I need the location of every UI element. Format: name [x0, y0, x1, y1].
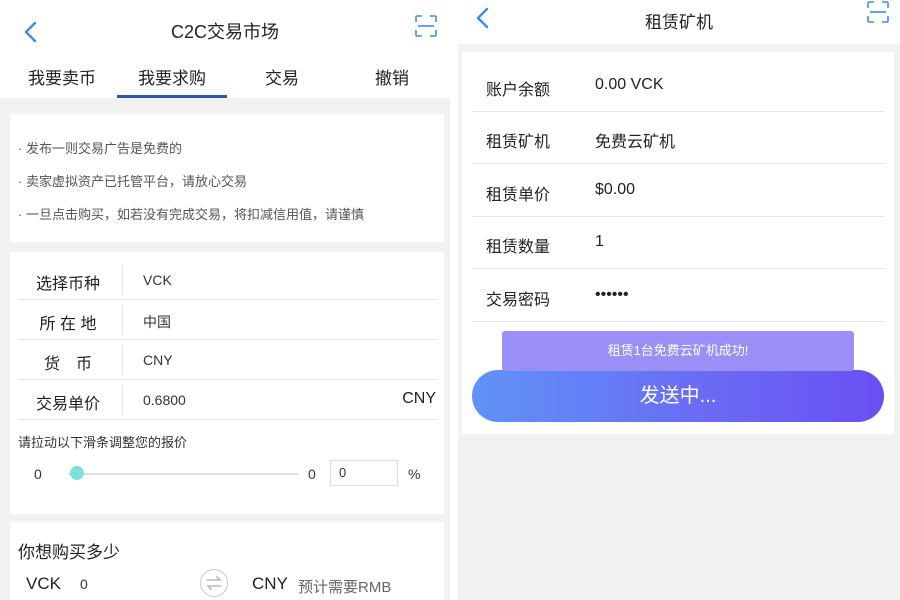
- send-button[interactable]: 发送中...: [472, 370, 884, 422]
- balance-row: 账户余额 0.00 VCK: [472, 60, 884, 112]
- c2c-market-screen: C2C交易市场 我要卖币 我要求购 交易 撤销 · 发布一则交易广告是免费的 ·…: [0, 0, 450, 600]
- notice-line: · 卖家虚拟资产已托管平台，请放心交易: [18, 174, 247, 189]
- miner-label: 租赁矿机: [486, 134, 551, 151]
- rmb-estimate-input[interactable]: 预计需要RMB: [298, 576, 391, 597]
- location-label: 所 在 地: [39, 316, 97, 333]
- notice-card: · 发布一则交易广告是免费的 · 卖家虚拟资产已托管平台，请放心交易 · 一旦点…: [10, 114, 444, 242]
- page-title: 租赁矿机: [645, 13, 713, 32]
- divider: [122, 306, 123, 334]
- miner-value: 免费云矿机: [595, 134, 676, 151]
- price-slider-row: 0 0 0 %: [18, 458, 436, 490]
- divider: [122, 266, 123, 294]
- rent-form-card: 账户余额 0.00 VCK 租赁矿机 免费云矿机 租赁单价 $0.00 租赁数量…: [462, 52, 894, 434]
- coin-value[interactable]: VCK: [143, 272, 172, 288]
- quantity-input[interactable]: 1: [595, 233, 604, 251]
- divider: [122, 346, 123, 374]
- scan-icon[interactable]: [414, 14, 438, 38]
- miner-row: 租赁矿机 免费云矿机: [472, 112, 884, 164]
- scan-icon[interactable]: [866, 0, 890, 24]
- balance-label: 账户余额: [486, 82, 551, 99]
- unit-price-label: 租赁单价: [486, 187, 551, 204]
- percent-sign: %: [408, 466, 421, 482]
- price-input[interactable]: 0.6800: [143, 392, 186, 408]
- unit-price-value: $0.00: [595, 181, 636, 198]
- tab-sell[interactable]: 我要卖币: [7, 64, 117, 89]
- currency-label: 货 币: [43, 356, 92, 373]
- top-bar: C2C交易市场 我要卖币 我要求购 交易 撤销: [0, 0, 450, 98]
- success-toast: 租赁1台免费云矿机成功!: [502, 331, 854, 371]
- page-title: C2C交易市场: [170, 22, 279, 42]
- top-bar: 租赁矿机: [458, 0, 900, 44]
- vck-amount-input[interactable]: 0: [80, 576, 88, 592]
- price-unit: CNY: [402, 390, 436, 407]
- vck-label: VCK: [26, 574, 61, 593]
- unit-price-row: 租赁单价 $0.00: [472, 165, 884, 217]
- password-row[interactable]: 交易密码 ••••••: [472, 270, 884, 322]
- slider-min-label: 0: [34, 466, 42, 482]
- tab-buy-request[interactable]: 我要求购: [117, 64, 227, 89]
- quantity-row[interactable]: 租赁数量 1: [472, 217, 884, 269]
- price-row[interactable]: 交易单价 0.6800 CNY: [18, 380, 436, 420]
- slider-track[interactable]: [68, 473, 298, 475]
- active-tab-indicator: [117, 95, 227, 98]
- notice-line: · 一旦点击购买，如若没有完成交易，将扣减信用值，请谨慎: [18, 207, 364, 222]
- divider: [122, 386, 123, 414]
- coin-row[interactable]: 选择币种 VCK: [18, 260, 436, 300]
- slider-max-label: 0: [308, 466, 316, 482]
- buy-amount-title: 你想购买多少: [18, 543, 120, 562]
- currency-value[interactable]: CNY: [143, 352, 173, 368]
- percent-input[interactable]: 0: [330, 460, 398, 486]
- order-form: 选择币种 VCK 所 在 地 中国 货 币 CNY 交易单价 0.6800 CN…: [10, 252, 444, 514]
- currency-row[interactable]: 货 币 CNY: [18, 340, 436, 380]
- tab-cancel[interactable]: 撤销: [337, 64, 447, 89]
- tab-trade[interactable]: 交易: [227, 64, 337, 89]
- slider-handle[interactable]: [70, 466, 84, 480]
- location-value[interactable]: 中国: [143, 312, 171, 332]
- quantity-label: 租赁数量: [486, 239, 551, 256]
- notice-line: · 发布一则交易广告是免费的: [18, 141, 182, 156]
- rent-miner-screen: 租赁矿机 账户余额 0.00 VCK 租赁矿机 免费云矿机 租赁单价 $0.00…: [458, 0, 900, 600]
- slider-hint: 请拉动以下滑条调整您的报价: [18, 435, 188, 450]
- cny-label: CNY: [252, 574, 288, 593]
- location-row[interactable]: 所 在 地 中国: [18, 300, 436, 340]
- password-input[interactable]: ••••••: [595, 286, 629, 304]
- buy-amount-card: 你想购买多少 VCK 0 CNY 预计需要RMB: [10, 522, 444, 600]
- balance-value: 0.00 VCK: [595, 76, 664, 93]
- swap-icon[interactable]: [200, 569, 228, 597]
- coin-label: 选择币种: [35, 276, 100, 293]
- tab-bar: 我要卖币 我要求购 交易 撤销: [0, 60, 450, 98]
- password-label: 交易密码: [486, 292, 551, 309]
- price-label: 交易单价: [35, 396, 100, 413]
